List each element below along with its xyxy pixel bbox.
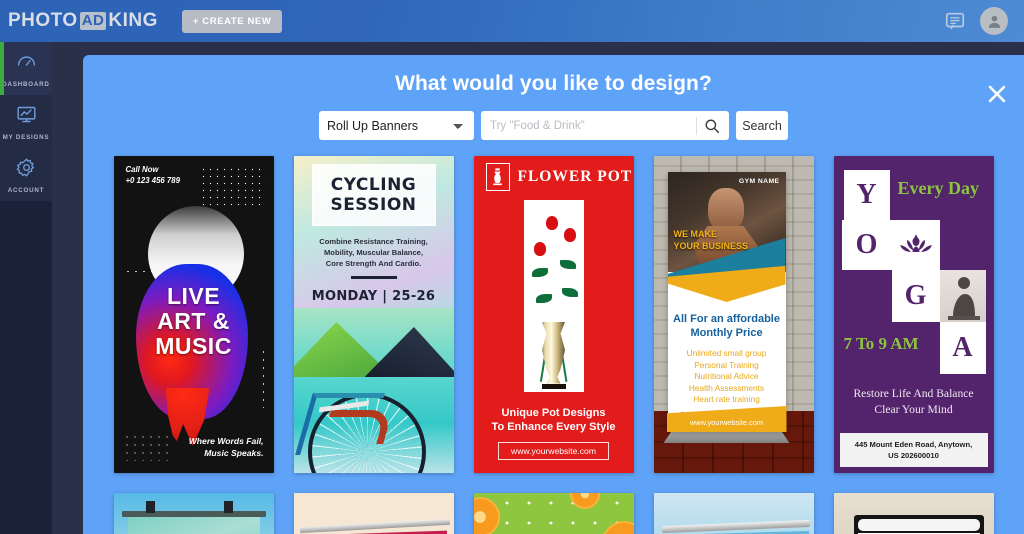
modal-title: What would you like to design? <box>395 72 712 95</box>
sidebar-empty-space <box>0 201 52 534</box>
vase-icon <box>485 163 510 191</box>
category-select[interactable]: Roll Up Banners <box>319 111 474 140</box>
logo-ad-badge: AD <box>79 12 107 30</box>
rollup-banner-body: GYM NAME WE MAKE YOUR BUSINESS All For a… <box>666 172 787 432</box>
sidebar-label-my-designs: MY DESIGNS <box>2 134 50 141</box>
card3-title: FLOWER POT <box>517 168 633 185</box>
card2-title-box: CYCLING SESSION <box>311 164 436 226</box>
dot-pattern-decor <box>122 433 171 461</box>
vase-base-shape <box>541 384 566 389</box>
template-card-travel-agency[interactable]: Your agency name <box>653 493 814 534</box>
card5-every-day: Every Day <box>897 178 979 198</box>
hill-shape <box>364 327 454 377</box>
card4-feature-list: Unlimited small group Personal Training … <box>686 348 767 404</box>
chat-icon[interactable] <box>944 10 966 32</box>
app-root: PHOTO AD KING + CREATE NEW DASHBOARD MY … <box>0 0 1024 534</box>
template-card-fruit-display[interactable] <box>833 493 994 534</box>
search-bar: Roll Up Banners Search <box>83 111 1024 140</box>
banner-clip <box>145 501 155 513</box>
logo-text-photo: PHOTO <box>8 10 78 31</box>
search-field-wrapper <box>481 111 729 140</box>
lotus-tile <box>891 220 940 270</box>
card5-address: 445 Mount Eden Road, Anytown, US 2026000… <box>839 433 988 467</box>
card1-headline: LIVE ART & MUSIC <box>155 283 232 359</box>
banner-rail <box>857 519 980 531</box>
yoga-letter-g: G <box>891 270 940 322</box>
banner-stand-base <box>663 432 790 443</box>
yoga-photo-tile <box>939 270 986 322</box>
monitor-chart-icon <box>16 104 37 130</box>
banner-frame <box>853 515 984 534</box>
top-header-bar: PHOTO AD KING + CREATE NEW <box>0 0 1024 42</box>
yoga-letter-y: Y <box>843 170 890 220</box>
sidebar-label-account: ACCOUNT <box>7 187 45 194</box>
speedometer-icon <box>16 51 37 77</box>
card4-headline: WE MAKE YOUR BUSINESS <box>673 229 749 251</box>
logo-text-king: KING <box>108 10 158 31</box>
banner-clip <box>223 501 233 513</box>
yoga-letter-a: A <box>939 322 986 374</box>
card3-footer: Unique Pot Designs To Enhance Every Styl… <box>473 392 634 473</box>
gear-icon <box>15 157 37 183</box>
rose-flower <box>533 242 546 256</box>
search-icon[interactable] <box>703 117 721 135</box>
sidebar-item-account[interactable]: ACCOUNT <box>0 148 52 201</box>
template-card-yoga[interactable]: Y O G A Every Day 7 To 9 AM Restore Life… <box>833 156 994 473</box>
sidebar-label-dashboard: DASHBOARD <box>2 81 50 88</box>
card3-header: FLOWER POT <box>474 156 634 198</box>
landscape-scene-decor <box>293 308 454 473</box>
card1-tagline: Where Words Fail, Music Speaks. <box>188 436 264 458</box>
template-card-gym[interactable]: GYM NAME WE MAKE YOUR BUSINESS All For a… <box>653 156 814 473</box>
yoga-letter-o: O <box>841 220 892 270</box>
sidebar-item-dashboard[interactable]: DASHBOARD <box>0 42 52 95</box>
card3-tagline: Unique Pot Designs To Enhance Every Styl… <box>491 406 616 433</box>
sidebar-item-my-designs[interactable]: MY DESIGNS <box>0 95 52 148</box>
card5-tagline: Restore Life And Balance Clear Your Mind <box>853 387 974 416</box>
card3-website: www.yourwebsite.com <box>497 441 609 460</box>
rose-flower <box>563 228 576 242</box>
card2-date: MONDAY | 25-26 <box>311 289 436 304</box>
avatar[interactable] <box>980 7 1008 35</box>
search-divider <box>696 116 697 135</box>
design-type-modal: What would you like to design? Roll Up B… <box>83 55 1024 534</box>
card1-call-now: Call Now +0 123 456 789 <box>125 165 180 185</box>
handlebar-shape <box>320 410 393 444</box>
header-actions <box>944 7 1008 35</box>
close-icon[interactable] <box>980 77 1014 111</box>
template-card-cycling-session[interactable]: CYCLING SESSION Combine Resistance Train… <box>293 156 454 473</box>
divider-rule <box>350 276 397 279</box>
create-new-button[interactable]: + CREATE NEW <box>181 9 283 33</box>
search-input[interactable] <box>490 111 696 140</box>
card5-time: 7 To 9 AM <box>843 334 919 353</box>
template-card-live-art-music[interactable]: Call Now +0 123 456 789 LIVE ART & MUSIC… <box>113 156 274 473</box>
dot-pattern-decor <box>199 166 266 206</box>
template-card-wedding-welcome[interactable]: Welcome to the Wedding of <box>293 493 454 534</box>
app-logo[interactable]: PHOTO AD KING <box>8 10 158 32</box>
template-card-flower-pot[interactable]: FLOWER POT Unique Pot Designs To Enhance… <box>473 156 634 473</box>
left-sidebar: DASHBOARD MY DESIGNS ACCOUNT <box>0 42 52 534</box>
card2-description: Combine Resistance Training, Mobility, M… <box>319 237 428 268</box>
rose-flower <box>545 216 558 230</box>
template-card-citrus-green[interactable] <box>473 493 634 534</box>
search-button[interactable]: Search <box>736 111 788 140</box>
card4-gym-name: GYM NAME <box>738 178 780 185</box>
banner-sheet <box>127 517 260 534</box>
card4-price-headline: All For an affordable Monthly Price <box>673 313 780 339</box>
template-card-beach-sun[interactable] <box>113 493 274 534</box>
athlete-head <box>707 188 744 232</box>
template-grid: Call Now +0 123 456 789 LIVE ART & MUSIC… <box>83 156 1024 534</box>
